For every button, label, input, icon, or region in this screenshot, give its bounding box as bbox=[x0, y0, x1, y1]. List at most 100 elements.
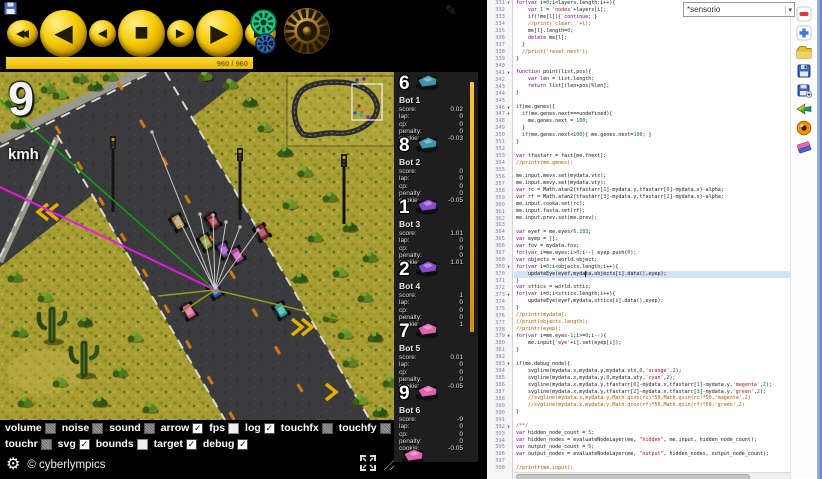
playback-toolbar: ◀◀◀◀■▶▶▶▶ ✎ 960 / 96 bbox=[0, 0, 487, 72]
gutter-line: 369▾ bbox=[487, 264, 512, 271]
bot-entry[interactable]: 7Bot 5score:0.01lap:0cp:0penalty:0cookie… bbox=[394, 320, 478, 382]
gutter-line: 352 bbox=[487, 146, 512, 153]
option-label: fps bbox=[209, 422, 225, 434]
checkbox-debug[interactable]: ✓ bbox=[237, 439, 248, 450]
checkbox-target[interactable]: ✓ bbox=[186, 439, 197, 450]
bot-stat-score: score:0.02 bbox=[399, 106, 463, 113]
code-line: for(var i=me.eyes;i>0;i--) eyep.push(0); bbox=[514, 250, 790, 257]
option-noise[interactable]: noise bbox=[62, 422, 103, 434]
pointer-colors-icon[interactable] bbox=[796, 101, 812, 117]
horizontal-scrollbar-thumb[interactable] bbox=[516, 474, 750, 479]
bot-entry[interactable]: 9Bot 6score:-9lap:0cp:0penalty:0cookie:-… bbox=[394, 382, 478, 444]
bot-stat-score: score:1 bbox=[399, 292, 463, 299]
settings-gear-icon[interactable]: ⚙ bbox=[6, 456, 20, 474]
add-icon[interactable] bbox=[796, 25, 812, 41]
fold-marker-icon[interactable]: ▾ bbox=[505, 0, 512, 6]
gutter-line: 340 bbox=[487, 62, 512, 69]
gutter-line: 377 bbox=[487, 319, 512, 326]
option-fps[interactable]: fps bbox=[209, 422, 239, 434]
fold-marker-icon[interactable]: ▾ bbox=[505, 424, 512, 430]
checkbox-bounds[interactable] bbox=[137, 439, 148, 450]
option-label: noise bbox=[62, 422, 89, 434]
code-line: if(me.genes.next===undefined){ bbox=[514, 111, 790, 118]
checkbox-touchr[interactable] bbox=[41, 439, 52, 450]
option-log[interactable]: log✓ bbox=[245, 422, 275, 434]
option-svg[interactable]: svg✓ bbox=[58, 438, 90, 450]
bot-rank: 2 bbox=[399, 260, 410, 279]
fold-marker-icon[interactable]: ▾ bbox=[505, 292, 512, 298]
step-back-button[interactable]: ◀ bbox=[89, 20, 116, 47]
option-sound[interactable]: sound bbox=[109, 422, 155, 434]
fold-marker-icon[interactable]: ▾ bbox=[505, 333, 512, 339]
checkbox-fps[interactable] bbox=[228, 423, 239, 434]
bot-entry[interactable]: 8Bot 2score:0lap:0cp:0penalty:0cookie:-0… bbox=[394, 134, 478, 196]
gutter-line: 384 bbox=[487, 368, 512, 375]
checkbox-svg[interactable]: ✓ bbox=[79, 439, 90, 450]
option-label: log bbox=[245, 422, 261, 434]
option-touchr[interactable]: touchr bbox=[5, 438, 52, 450]
play-reverse-button[interactable]: ◀ bbox=[40, 10, 87, 57]
checkbox-touchfx[interactable] bbox=[322, 423, 333, 434]
resize-grip-icon[interactable] bbox=[382, 456, 394, 470]
play-button[interactable]: ▶ bbox=[196, 10, 243, 57]
game-viewport[interactable]: 9 kmh bbox=[0, 72, 394, 420]
checkbox-sound[interactable] bbox=[144, 423, 155, 434]
horizontal-scrollbar[interactable] bbox=[514, 472, 790, 479]
bot-scrollbar[interactable] bbox=[470, 82, 474, 332]
step-forward-button[interactable]: ▶ bbox=[167, 20, 194, 47]
progress-bar[interactable]: 960 / 960 bbox=[6, 57, 253, 69]
checkbox-volume[interactable] bbox=[45, 423, 56, 434]
gutter-line: 397 bbox=[487, 458, 512, 465]
gutter-line: 364 bbox=[487, 229, 512, 236]
checkbox-noise[interactable] bbox=[92, 423, 103, 434]
eraser-icon[interactable] bbox=[796, 139, 812, 155]
option-touchfx[interactable]: touchfx bbox=[281, 422, 333, 434]
gutter-line: 374 bbox=[487, 298, 512, 305]
gutter-line: 338 bbox=[487, 49, 512, 56]
option-target[interactable]: target✓ bbox=[154, 438, 197, 450]
speed-hud: 9 kmh bbox=[8, 74, 39, 163]
gutter-line: 375 bbox=[487, 305, 512, 312]
sprocket-blue-icon[interactable] bbox=[255, 33, 276, 54]
option-arrow[interactable]: arrow✓ bbox=[161, 422, 204, 434]
gutter-line: 344 bbox=[487, 90, 512, 97]
stop-button[interactable]: ■ bbox=[118, 10, 165, 57]
fold-marker-icon[interactable]: ▾ bbox=[505, 105, 512, 111]
script-select[interactable]: *sensorio ▾ bbox=[683, 2, 795, 17]
sprocket-green-icon[interactable] bbox=[250, 9, 277, 36]
fold-marker-icon[interactable]: ▾ bbox=[505, 264, 512, 270]
fold-marker-icon[interactable]: ▾ bbox=[505, 70, 512, 76]
checkbox-log[interactable]: ✓ bbox=[264, 423, 275, 434]
option-bounds[interactable]: bounds bbox=[96, 438, 148, 450]
code-line: //printr(eyep); bbox=[514, 326, 790, 333]
gutter-line: 347▾ bbox=[487, 111, 512, 118]
fold-marker-icon[interactable]: ▾ bbox=[505, 111, 512, 117]
code-line: var rc = Math.atan2(tfastarr[1]-mydata.y… bbox=[514, 187, 790, 194]
bot-entry[interactable]: 1Bot 3score:1.01lap:0cp:0penalty:0cookie… bbox=[394, 196, 478, 258]
option-volume[interactable]: volume bbox=[5, 422, 56, 434]
gear-icon[interactable] bbox=[281, 5, 333, 57]
folder-icon[interactable] bbox=[796, 44, 812, 60]
checkbox-arrow[interactable]: ✓ bbox=[192, 423, 203, 434]
checkbox-touchfy[interactable] bbox=[380, 423, 391, 434]
record-icon[interactable] bbox=[796, 120, 812, 136]
fold-marker-icon[interactable]: ▾ bbox=[505, 361, 512, 367]
vertical-scrollbar[interactable] bbox=[817, 0, 822, 479]
save-icon[interactable] bbox=[796, 63, 812, 79]
gutter-line: 332 bbox=[487, 7, 512, 14]
code-line: me.input.fasta.set(rf); bbox=[514, 208, 790, 215]
code-area[interactable]: for(var i=0;i<layers.length;i++){ var l … bbox=[514, 0, 790, 472]
remove-icon[interactable] bbox=[796, 6, 812, 22]
option-debug[interactable]: debug✓ bbox=[203, 438, 249, 450]
gutter-line: 392▾ bbox=[487, 423, 512, 430]
save-as-icon[interactable] bbox=[796, 82, 812, 98]
fullscreen-icon[interactable] bbox=[358, 453, 378, 473]
speed-value: 9 bbox=[8, 74, 39, 124]
option-touchfy[interactable]: touchfy bbox=[339, 422, 391, 434]
edit-icon[interactable]: ✎ bbox=[445, 2, 457, 19]
bot-entry[interactable]: 6Bot 1score:0.02lap:0cp:0penalty:0cookie… bbox=[394, 72, 478, 134]
rewind-fast-button[interactable]: ◀◀ bbox=[7, 20, 38, 47]
gutter-line: 381 bbox=[487, 347, 512, 354]
gutter-line: 376 bbox=[487, 312, 512, 319]
bot-entry[interactable]: 2Bot 4score:1lap:0cp:0penalty:0cookie:1 bbox=[394, 258, 478, 320]
